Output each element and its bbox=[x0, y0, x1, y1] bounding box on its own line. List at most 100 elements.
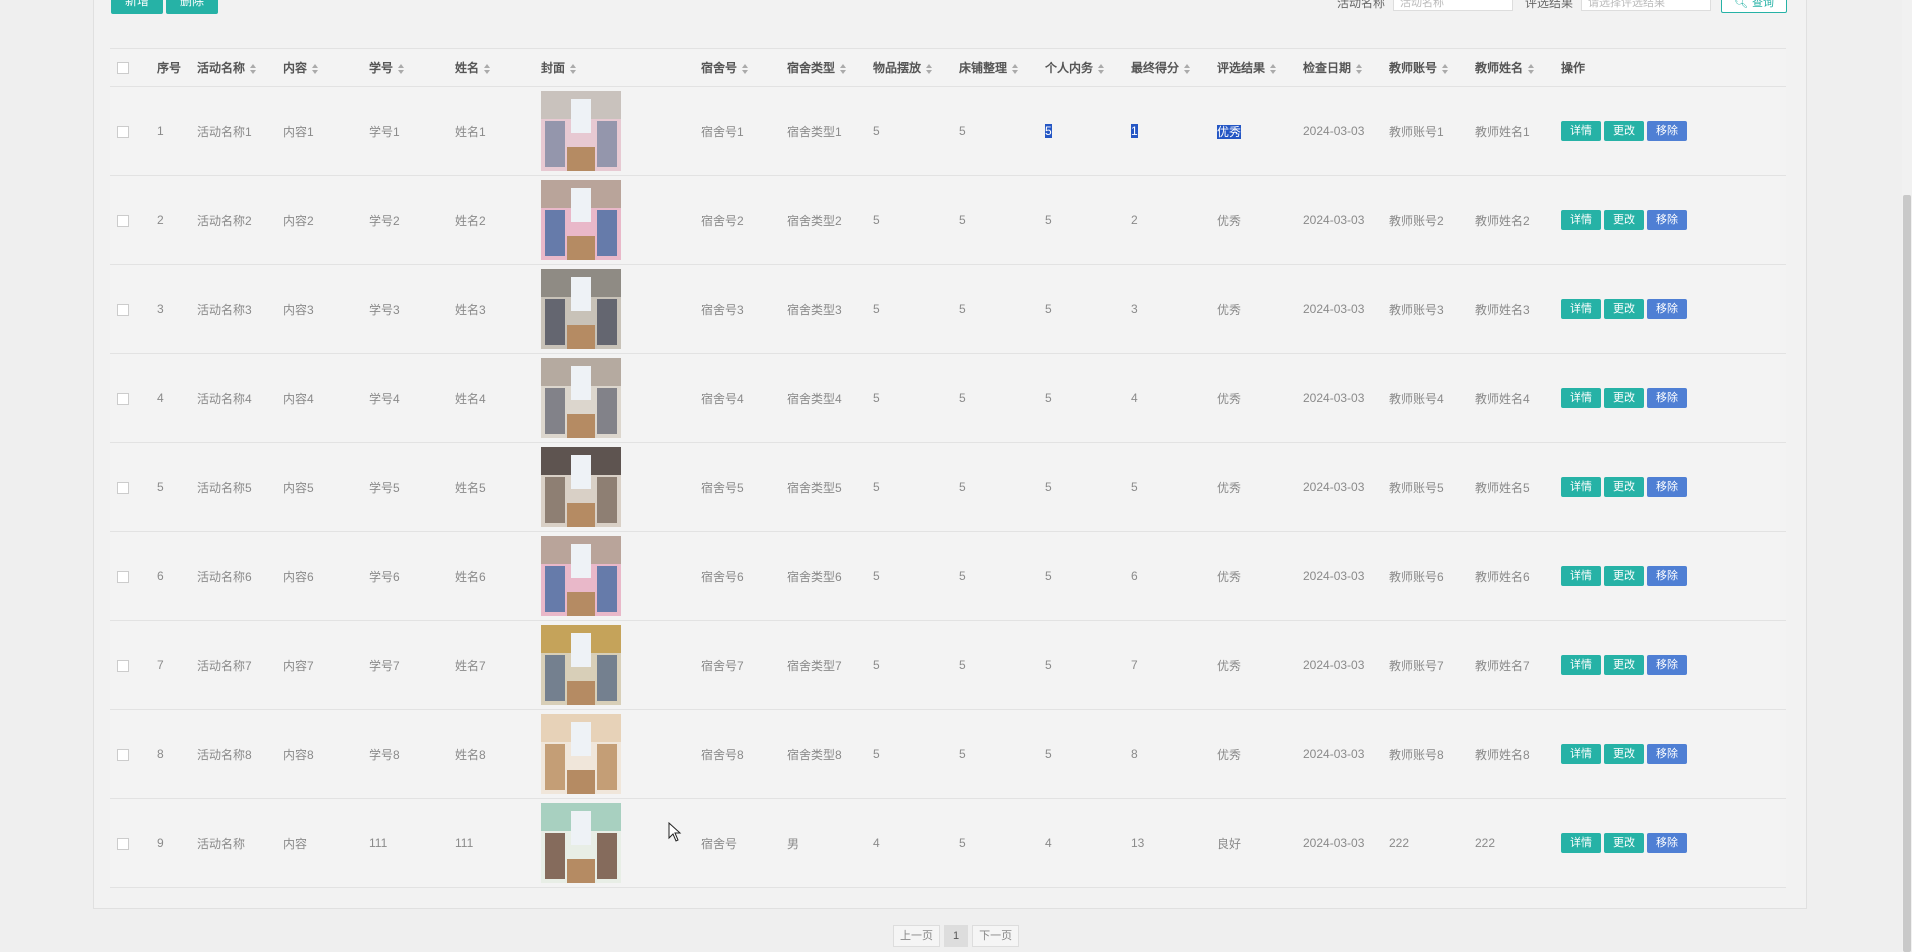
sort-icon[interactable] bbox=[1356, 63, 1363, 74]
header-select-all[interactable] bbox=[110, 48, 157, 87]
sort-icon[interactable] bbox=[1184, 63, 1191, 74]
row-checkbox[interactable] bbox=[117, 303, 129, 316]
detail-button[interactable]: 详情 bbox=[1561, 744, 1601, 764]
delete-button[interactable]: 删除 bbox=[166, 0, 219, 14]
header-date[interactable]: 检查日期 bbox=[1303, 48, 1389, 87]
current-page[interactable]: 1 bbox=[944, 925, 969, 947]
remove-button[interactable]: 移除 bbox=[1647, 121, 1687, 141]
header-result[interactable]: 评选结果 bbox=[1217, 48, 1303, 87]
sort-icon[interactable] bbox=[1012, 63, 1019, 74]
header-cover[interactable]: 封面 bbox=[541, 48, 701, 87]
cover-image[interactable] bbox=[541, 269, 621, 349]
header-score[interactable]: 最终得分 bbox=[1131, 48, 1217, 87]
scrollbar-thumb[interactable] bbox=[1903, 195, 1911, 952]
edit-button[interactable]: 更改 bbox=[1604, 744, 1644, 764]
edit-button[interactable]: 更改 bbox=[1604, 388, 1644, 408]
sort-icon[interactable] bbox=[926, 63, 933, 74]
sort-icon[interactable] bbox=[1270, 63, 1277, 74]
cover-image[interactable] bbox=[541, 625, 621, 705]
activity-name-input[interactable]: 活动名称 bbox=[1393, 0, 1514, 11]
cover-image[interactable] bbox=[541, 358, 621, 438]
row-checkbox[interactable] bbox=[117, 659, 129, 672]
edit-button[interactable]: 更改 bbox=[1604, 299, 1644, 319]
header-student-id[interactable]: 学号 bbox=[369, 48, 455, 87]
row-select-cell[interactable] bbox=[110, 175, 157, 265]
header-activity[interactable]: 活动名称 bbox=[197, 48, 283, 87]
sort-icon[interactable] bbox=[312, 63, 319, 74]
row-checkbox[interactable] bbox=[117, 837, 129, 850]
cover-image[interactable] bbox=[541, 91, 621, 171]
remove-button[interactable]: 移除 bbox=[1647, 744, 1687, 764]
detail-button[interactable]: 详情 bbox=[1561, 299, 1601, 319]
detail-button[interactable]: 详情 bbox=[1561, 566, 1601, 586]
header-content[interactable]: 内容 bbox=[283, 48, 369, 87]
remove-button[interactable]: 移除 bbox=[1647, 388, 1687, 408]
edit-button[interactable]: 更改 bbox=[1604, 210, 1644, 230]
sort-icon[interactable] bbox=[742, 63, 749, 74]
detail-button[interactable]: 详情 bbox=[1561, 210, 1601, 230]
row-select-cell[interactable] bbox=[110, 798, 157, 888]
remove-button[interactable]: 移除 bbox=[1647, 655, 1687, 675]
remove-button[interactable]: 移除 bbox=[1647, 566, 1687, 586]
cover-image[interactable] bbox=[541, 714, 621, 794]
remove-button[interactable]: 移除 bbox=[1647, 477, 1687, 497]
header-personal[interactable]: 个人内务 bbox=[1045, 48, 1131, 87]
edit-button[interactable]: 更改 bbox=[1604, 121, 1644, 141]
header-dorm[interactable]: 宿舍号 bbox=[701, 48, 787, 87]
sort-icon[interactable] bbox=[1098, 63, 1105, 74]
sort-icon[interactable] bbox=[398, 63, 405, 74]
detail-button[interactable]: 详情 bbox=[1561, 388, 1601, 408]
cover-image[interactable] bbox=[541, 803, 621, 883]
sort-icon[interactable] bbox=[1528, 63, 1535, 74]
row-select-cell[interactable] bbox=[110, 531, 157, 621]
cell-personal: 5 bbox=[1045, 531, 1131, 621]
content-value: 内容1 bbox=[283, 124, 314, 139]
row-select-cell[interactable] bbox=[110, 709, 157, 799]
cover-image[interactable] bbox=[541, 180, 621, 260]
cell-activity: 活动名称4 bbox=[197, 353, 283, 443]
row-select-cell[interactable] bbox=[110, 442, 157, 532]
select-all-checkbox[interactable] bbox=[117, 62, 129, 75]
header-dorm-type[interactable]: 宿舍类型 bbox=[787, 48, 873, 87]
header-teacher-acct[interactable]: 教师账号 bbox=[1389, 48, 1475, 87]
row-checkbox[interactable] bbox=[117, 481, 129, 494]
row-checkbox[interactable] bbox=[117, 125, 129, 138]
detail-button[interactable]: 详情 bbox=[1561, 833, 1601, 853]
sort-icon[interactable] bbox=[1442, 63, 1449, 74]
header-name[interactable]: 姓名 bbox=[455, 48, 541, 87]
result-select[interactable]: 请选择评选结果 bbox=[1581, 0, 1712, 11]
row-checkbox[interactable] bbox=[117, 570, 129, 583]
header-items[interactable]: 物品摆放 bbox=[873, 48, 959, 87]
cover-image[interactable] bbox=[541, 447, 621, 527]
next-page-button[interactable]: 下一页 bbox=[972, 925, 1020, 947]
sort-icon[interactable] bbox=[840, 63, 847, 74]
edit-button[interactable]: 更改 bbox=[1604, 655, 1644, 675]
sort-icon[interactable] bbox=[570, 63, 577, 74]
header-bed[interactable]: 床铺整理 bbox=[959, 48, 1045, 87]
detail-button[interactable]: 详情 bbox=[1561, 655, 1601, 675]
row-select-cell[interactable] bbox=[110, 353, 157, 443]
detail-button[interactable]: 详情 bbox=[1561, 477, 1601, 497]
row-checkbox[interactable] bbox=[117, 392, 129, 405]
row-select-cell[interactable] bbox=[110, 620, 157, 710]
edit-button[interactable]: 更改 bbox=[1604, 833, 1644, 853]
vertical-scrollbar[interactable] bbox=[1902, 0, 1912, 952]
row-select-cell[interactable] bbox=[110, 264, 157, 354]
sort-icon[interactable] bbox=[484, 63, 491, 74]
add-button[interactable]: 新增 bbox=[111, 0, 164, 14]
row-select-cell[interactable] bbox=[110, 86, 157, 176]
edit-button[interactable]: 更改 bbox=[1604, 566, 1644, 586]
prev-page-button[interactable]: 上一页 bbox=[893, 925, 940, 947]
header-teacher-name[interactable]: 教师姓名 bbox=[1475, 48, 1561, 87]
detail-button[interactable]: 详情 bbox=[1561, 121, 1601, 141]
cell-score: 1 bbox=[1131, 86, 1217, 176]
edit-button[interactable]: 更改 bbox=[1604, 477, 1644, 497]
cover-image[interactable] bbox=[541, 536, 621, 616]
remove-button[interactable]: 移除 bbox=[1647, 210, 1687, 230]
sort-icon[interactable] bbox=[250, 63, 257, 74]
row-checkbox[interactable] bbox=[117, 214, 129, 227]
remove-button[interactable]: 移除 bbox=[1647, 299, 1687, 319]
row-checkbox[interactable] bbox=[117, 748, 129, 761]
query-button[interactable]: 🔍︎ 查询 bbox=[1721, 0, 1787, 13]
remove-button[interactable]: 移除 bbox=[1647, 833, 1687, 853]
